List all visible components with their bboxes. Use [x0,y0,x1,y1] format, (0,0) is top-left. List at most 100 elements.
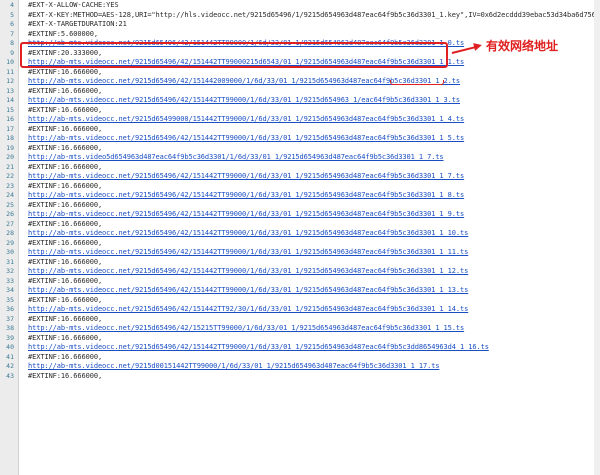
segment-url-link[interactable]: http://ab-mts.videocc.net/9215d65496/42/… [28,248,468,258]
code-line[interactable]: 14 http://ab-mts.videocc.net/9215d65496/4… [0,96,600,106]
line-number: 36 [6,305,14,313]
code-line[interactable]: 36 http://ab-mts.videocc.net/9215d65496/4… [0,305,600,315]
code-line[interactable]: 18 http://ab-mts.videocc.net/9215d65496/4… [0,134,600,144]
code-line[interactable]: 19 #EXTINF:16.666000, [0,144,600,154]
segment-url-link[interactable]: http://ab-mts.videocc.net/9215d65496/42/… [28,305,468,315]
line-number: 25 [6,200,14,209]
playlist-tag-text: #EXTINF:16.666000, [28,333,103,342]
playlist-tag-text: #EXTINF:16.666000, [28,219,103,228]
line-number: 31 [6,257,14,266]
code-line[interactable]: 15 #EXTINF:16.666000, [0,106,600,116]
line-number: 5 [10,10,14,19]
highlight-box [20,42,448,68]
line-number: 18 [6,134,14,142]
code-line[interactable]: 4 #EXT-X-ALLOW-CACHE:YES [0,1,600,11]
vertical-scrollbar[interactable] [594,0,600,475]
code-line[interactable]: 13 #EXTINF:16.666000, [0,87,600,97]
line-number: 12 [6,77,14,85]
code-line[interactable]: 30 http://ab-mts.videocc.net/9215d65496/4… [0,248,600,258]
playlist-tag-text: #EXTINF:16.666000, [28,200,103,209]
code-line[interactable]: 40 http://ab-mts.videocc.net/9215d65496/4… [0,343,600,353]
segment-url-link[interactable]: http://ab-mts.videocc.net/9215d65496/42/… [28,134,464,144]
code-line[interactable]: 17 #EXTINF:16.666000, [0,125,600,135]
playlist-tag-text: #EXTINF:16.666000, [28,143,103,152]
code-line[interactable]: 6 #EXT-X-TARGETDURATION:21 [0,20,600,30]
code-line[interactable]: 41 #EXTINF:16.666000, [0,353,600,363]
line-number: 8 [10,39,14,47]
line-number: 19 [6,143,14,152]
segment-url-link[interactable]: http://ab-mts.videocc.net/9215d65496/42/… [28,96,460,106]
code-line[interactable]: 35 #EXTINF:16.666000, [0,296,600,306]
code-line[interactable]: 32 http://ab-mts.videocc.net/9215d65496/4… [0,267,600,277]
playlist-tag-text: #EXTINF:16.666000, [28,238,103,247]
code-line[interactable]: 27 #EXTINF:16.666000, [0,220,600,230]
line-number: 43 [6,371,14,380]
line-number: 38 [6,324,14,332]
line-number: 9 [10,48,14,57]
code-line[interactable]: 33 #EXTINF:16.666000, [0,277,600,287]
line-number: 4 [10,1,14,9]
segment-url-link[interactable]: http://ab-mts.videocc.net/9215d65496/42/… [28,286,468,296]
line-number: 30 [6,248,14,256]
playlist-tag-text: #EXTINF:16.666000, [28,295,103,304]
playlist-tag-text: #EXTINF:16.666000, [28,257,103,266]
code-line[interactable]: 5 #EXT-X-KEY:METHOD=AES-128,URI="http://h… [0,11,600,21]
line-number: 42 [6,362,14,370]
segment-url-link[interactable]: http://ab-mts.videocc.net/9215d65496/42/… [28,172,464,182]
code-line[interactable]: 42 http://ab-mts.videocc.net/9215d0015144… [0,362,600,372]
line-number: 40 [6,343,14,351]
line-number: 21 [6,162,14,171]
line-number: 28 [6,229,14,237]
code-line[interactable]: 22 http://ab-mts.videocc.net/9215d65496/4… [0,172,600,182]
line-number: 24 [6,191,14,199]
code-line[interactable]: 29 #EXTINF:16.666000, [0,239,600,249]
line-number: 32 [6,267,14,275]
playlist-tag-text: #EXTINF:16.666000, [28,352,103,361]
annotation-label: 有效网络地址 [486,39,559,53]
segment-url-link[interactable]: http://ab-mts.videocc.net/9215d65496/42/… [28,343,489,353]
playlist-tag-text: #EXTINF:16.666000, [28,162,103,171]
line-number: 14 [6,96,14,104]
line-number: 11 [6,67,14,76]
line-number: 26 [6,210,14,218]
code-line[interactable]: 43 #EXTINF:16.666000, [0,372,600,382]
line-number: 22 [6,172,14,180]
code-line[interactable]: 24 http://ab-mts.videocc.net/9215d65496/4… [0,191,600,201]
playlist-tag-text: #EXTINF:16.666000, [28,105,103,114]
segment-url-link[interactable]: http://ab-mts.videocc.net/9215d65499000/… [28,115,464,125]
segment-url-link[interactable]: http://ab-mts.video5d654963d487eac64f9b5… [28,153,444,163]
line-number: 7 [10,29,14,38]
code-line[interactable]: 12 http://ab-mts.videocc.net/9215d65496/4… [0,77,600,87]
code-line[interactable]: 28 http://ab-mts.videocc.net/9215d65496/4… [0,229,600,239]
code-line[interactable]: 23 #EXTINF:16.666000, [0,182,600,192]
code-line[interactable]: 31 #EXTINF:16.666000, [0,258,600,268]
code-line[interactable]: 34 http://ab-mts.videocc.net/9215d65496/4… [0,286,600,296]
segment-url-link[interactable]: http://ab-mts.videocc.net/9215d65496/42/… [28,210,464,220]
code-line[interactable]: 26 http://ab-mts.videocc.net/9215d65496/4… [0,210,600,220]
code-line[interactable]: 39 #EXTINF:16.666000, [0,334,600,344]
playlist-tag-text: #EXTINF:16.666000, [28,67,103,76]
line-number: 15 [6,105,14,114]
code-line[interactable]: 20 http://ab-mts.video5d654963d487eac64f9… [0,153,600,163]
line-number: 6 [10,20,14,28]
code-line[interactable]: 21 #EXTINF:16.666000, [0,163,600,173]
segment-url-link[interactable]: http://ab-mts.videocc.net/9215d65496/42/… [28,229,468,239]
line-number: 17 [6,124,14,133]
text-editor[interactable]: 4 #EXT-X-ALLOW-CACHE:YES 5 #EXT-X-KEY:METHO… [0,0,600,475]
code-line[interactable]: 25 #EXTINF:16.666000, [0,201,600,211]
playlist-tag-text: #EXTINF:16.666000, [28,86,103,95]
segment-url-link[interactable]: http://ab-mts.videocc.net/9215d65496/42/… [28,191,464,201]
line-number: 37 [6,314,14,323]
code-line[interactable]: 11 #EXTINF:16.666000, [0,68,600,78]
code-line[interactable]: 37 #EXTINF:16.666000, [0,315,600,325]
segment-url-link[interactable]: http://ab-mts.videocc.net/9215d65496/42/… [28,324,464,334]
playlist-tag-text: #EXTINF:16.666000, [28,314,103,323]
code-line[interactable]: 16 http://ab-mts.videocc.net/9215d6549900… [0,115,600,125]
playlist-tag-text: #EXTINF:16.666000, [28,371,103,380]
segment-url-link[interactable]: http://ab-mts.videocc.net/9215d65496/42/… [28,267,468,277]
line-number: 10 [6,58,14,66]
segment-url-link[interactable]: http://ab-mts.videocc.net/9215d00151442T… [28,362,440,372]
line-number: 39 [6,333,14,342]
line-number: 27 [6,219,14,228]
code-line[interactable]: 38 http://ab-mts.videocc.net/9215d65496/4… [0,324,600,334]
